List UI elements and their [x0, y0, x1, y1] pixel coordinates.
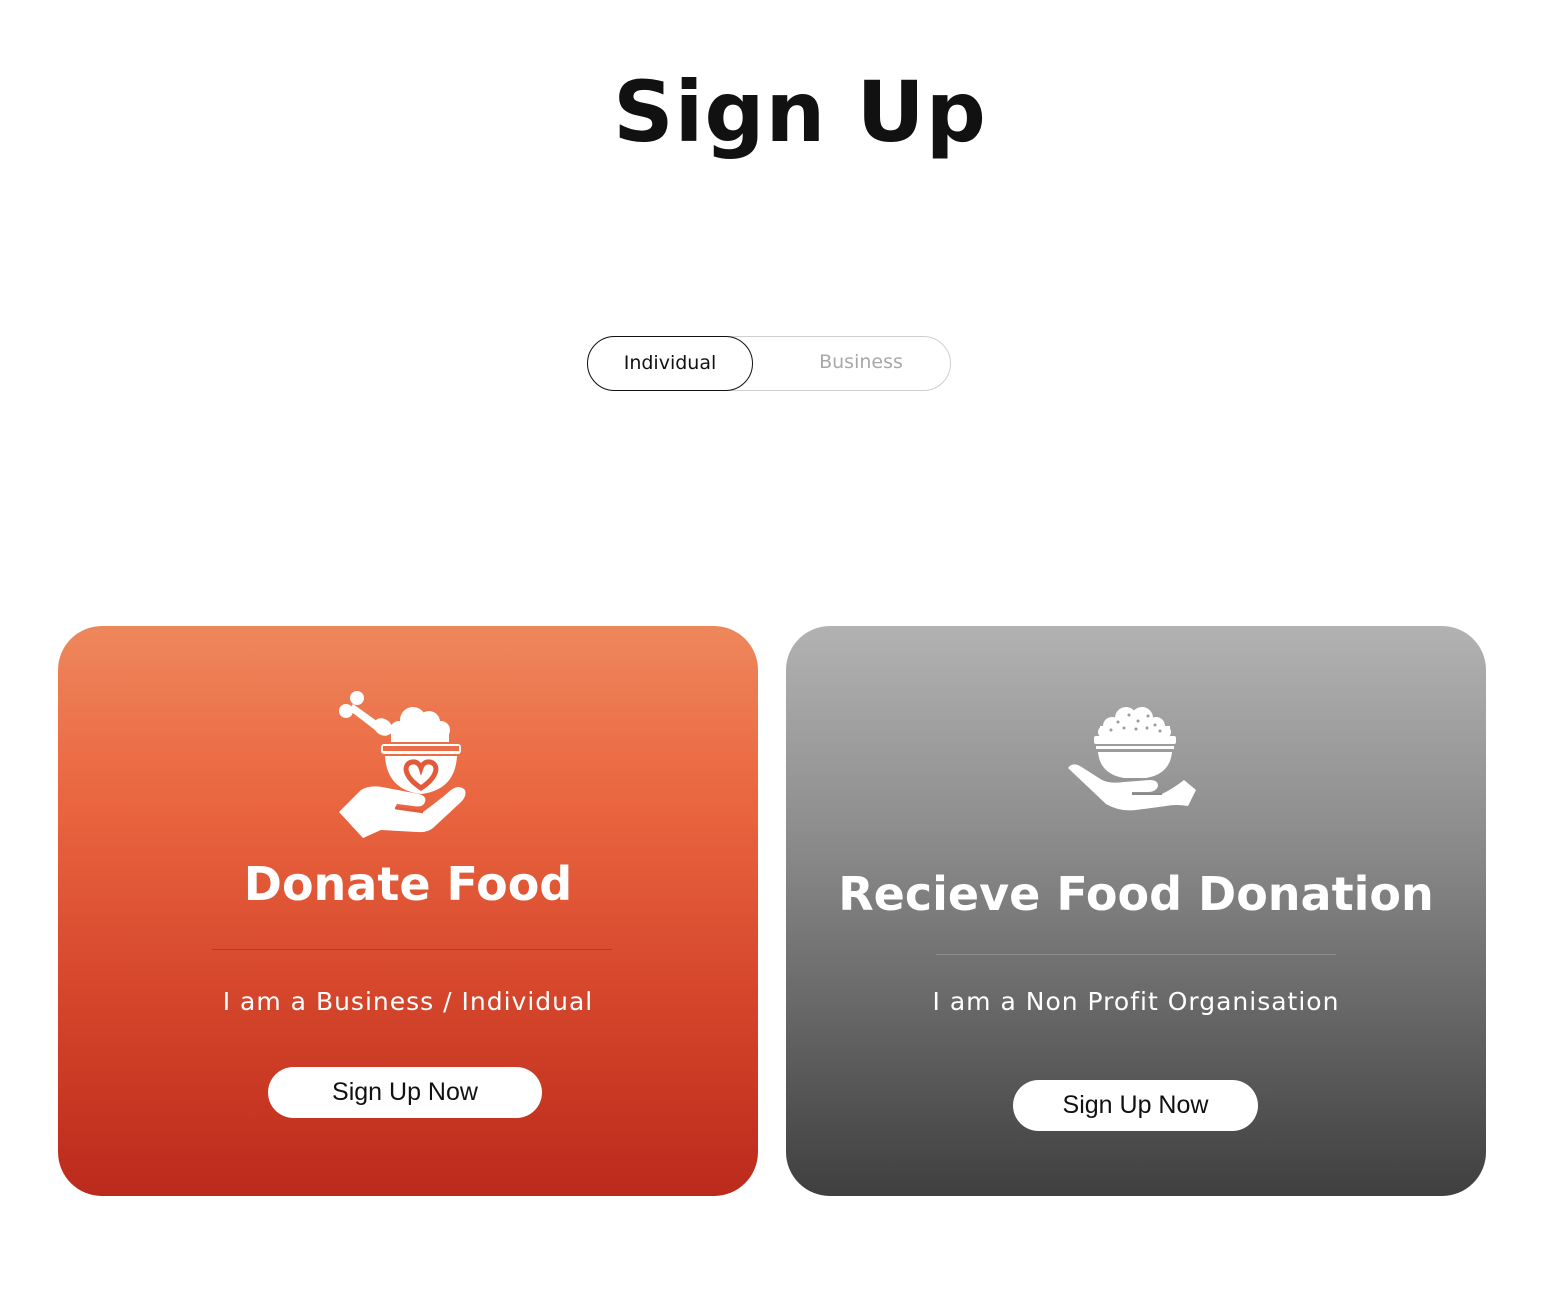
divider	[212, 949, 612, 950]
receive-food-sign-up-button[interactable]: Sign Up Now	[1013, 1080, 1258, 1131]
toggle-option-business[interactable]: Business	[778, 336, 944, 391]
receive-food-donation-card: Recieve Food Donation I am a Non Profit …	[786, 626, 1486, 1196]
card-heading: Recieve Food Donation	[838, 867, 1434, 921]
hand-holding-rice-bowl-icon	[786, 706, 1486, 818]
card-subtitle: I am a Business / Individual	[222, 987, 594, 1016]
account-type-toggle: Individual Business	[587, 336, 951, 391]
card-subtitle: I am a Non Profit Organisation	[932, 987, 1340, 1016]
toggle-option-individual[interactable]: Individual	[587, 336, 753, 391]
donate-food-sign-up-button[interactable]: Sign Up Now	[268, 1067, 542, 1118]
divider	[936, 954, 1336, 955]
hand-holding-food-bowl-with-heart-icon	[58, 690, 758, 840]
donate-food-card: Donate Food I am a Business / Individual…	[58, 626, 758, 1196]
page-title: Sign Up	[613, 63, 987, 161]
card-heading: Donate Food	[243, 857, 573, 911]
